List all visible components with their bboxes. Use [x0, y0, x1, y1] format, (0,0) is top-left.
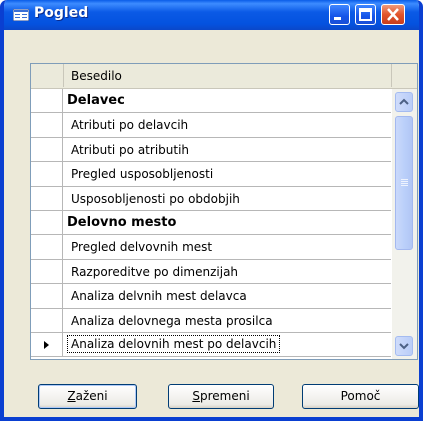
list-item[interactable]: Analiza delvnih mest delavca [31, 284, 391, 309]
close-icon [387, 8, 399, 21]
maximize-button[interactable] [355, 4, 376, 25]
minimize-icon [334, 17, 341, 20]
change-button[interactable]: Spremeni [168, 384, 274, 409]
row-text: Atributi po delavcih [71, 118, 189, 133]
row-selector[interactable] [31, 89, 63, 113]
group-row[interactable]: Delavec [31, 89, 391, 114]
row-text: Pregled usposobljenosti [71, 167, 214, 182]
list-item[interactable]: Analiza delovnih mest po delavcih [31, 332, 391, 358]
row-selector[interactable] [31, 308, 63, 332]
row-pointer-icon [44, 340, 49, 349]
row-text: Analiza delovnega mesta prosilca [71, 313, 273, 328]
list-item[interactable]: Atributi po delavcih [31, 113, 391, 138]
row-text: Analiza delovnih mest po delavcih [66, 334, 281, 353]
vertical-scrollbar[interactable] [392, 89, 417, 359]
scroll-thumb[interactable] [395, 116, 413, 250]
run-button[interactable]: Zaženi [38, 384, 137, 409]
row-selector[interactable] [31, 186, 63, 210]
scroll-down-button[interactable] [395, 336, 413, 356]
row-selector[interactable] [31, 210, 63, 235]
list-item[interactable]: Razporeditve po dimenzijah [31, 259, 391, 285]
column-header-besedilo[interactable]: Besedilo [71, 69, 122, 83]
scroll-grip [401, 179, 408, 180]
list-item[interactable]: Pregled usposobljenosti [31, 162, 391, 187]
row-selector[interactable] [31, 259, 63, 284]
change-label: premeni [199, 389, 250, 403]
scroll-up-icon [399, 98, 409, 105]
row-selector[interactable] [31, 137, 63, 162]
row-text: Pregled delvovnih mest [71, 240, 213, 255]
window-title: Pogled [34, 5, 89, 21]
help-label: Pomoč [340, 389, 381, 403]
grid-header: Besedilo [31, 64, 417, 89]
row-selector[interactable] [31, 284, 63, 308]
row-selector-header[interactable] [31, 64, 64, 87]
app-icon [13, 9, 29, 21]
title-bar[interactable]: Pogled [4, 0, 419, 30]
maximize-icon [359, 8, 372, 21]
close-button[interactable] [381, 4, 405, 25]
list-item[interactable]: Analiza delovnega mesta prosilca [31, 308, 391, 333]
list-item[interactable]: Pregled delvovnih mest [31, 235, 391, 260]
row-text: Usposobljenosti po obdobjih [71, 191, 240, 206]
row-text: Razporeditve po dimenzijah [71, 264, 239, 279]
pogled-window: Pogled Besedilo Delavec Atributi po delav… [0, 0, 423, 421]
grid-rows: Delavec Atributi po delavcih Atributi po a… [31, 89, 391, 358]
scroll-up-button[interactable] [395, 92, 413, 112]
change-accel: S [192, 389, 200, 403]
row-text: Atributi po atributih [71, 142, 190, 157]
column-divider [391, 64, 392, 87]
help-button[interactable]: Pomoč [302, 384, 419, 409]
run-label: aženi [75, 389, 108, 403]
group-row[interactable]: Delovno mesto [31, 210, 391, 236]
minimize-button[interactable] [329, 4, 350, 25]
list-item[interactable]: Atributi po atributih [31, 137, 391, 163]
view-list-grid: Besedilo Delavec Atributi po delavcih Atri… [30, 63, 418, 360]
row-selector[interactable] [31, 332, 63, 357]
row-selector[interactable] [31, 235, 63, 259]
row-selector[interactable] [31, 162, 63, 186]
scroll-down-icon [399, 343, 409, 350]
row-text: Delavec [67, 93, 125, 108]
row-text: Analiza delvnih mest delavca [71, 289, 247, 304]
list-item[interactable]: Usposobljenosti po obdobjih [31, 186, 391, 211]
row-text: Delovno mesto [67, 214, 177, 230]
run-accel: Z [67, 389, 76, 403]
row-selector[interactable] [31, 113, 63, 137]
